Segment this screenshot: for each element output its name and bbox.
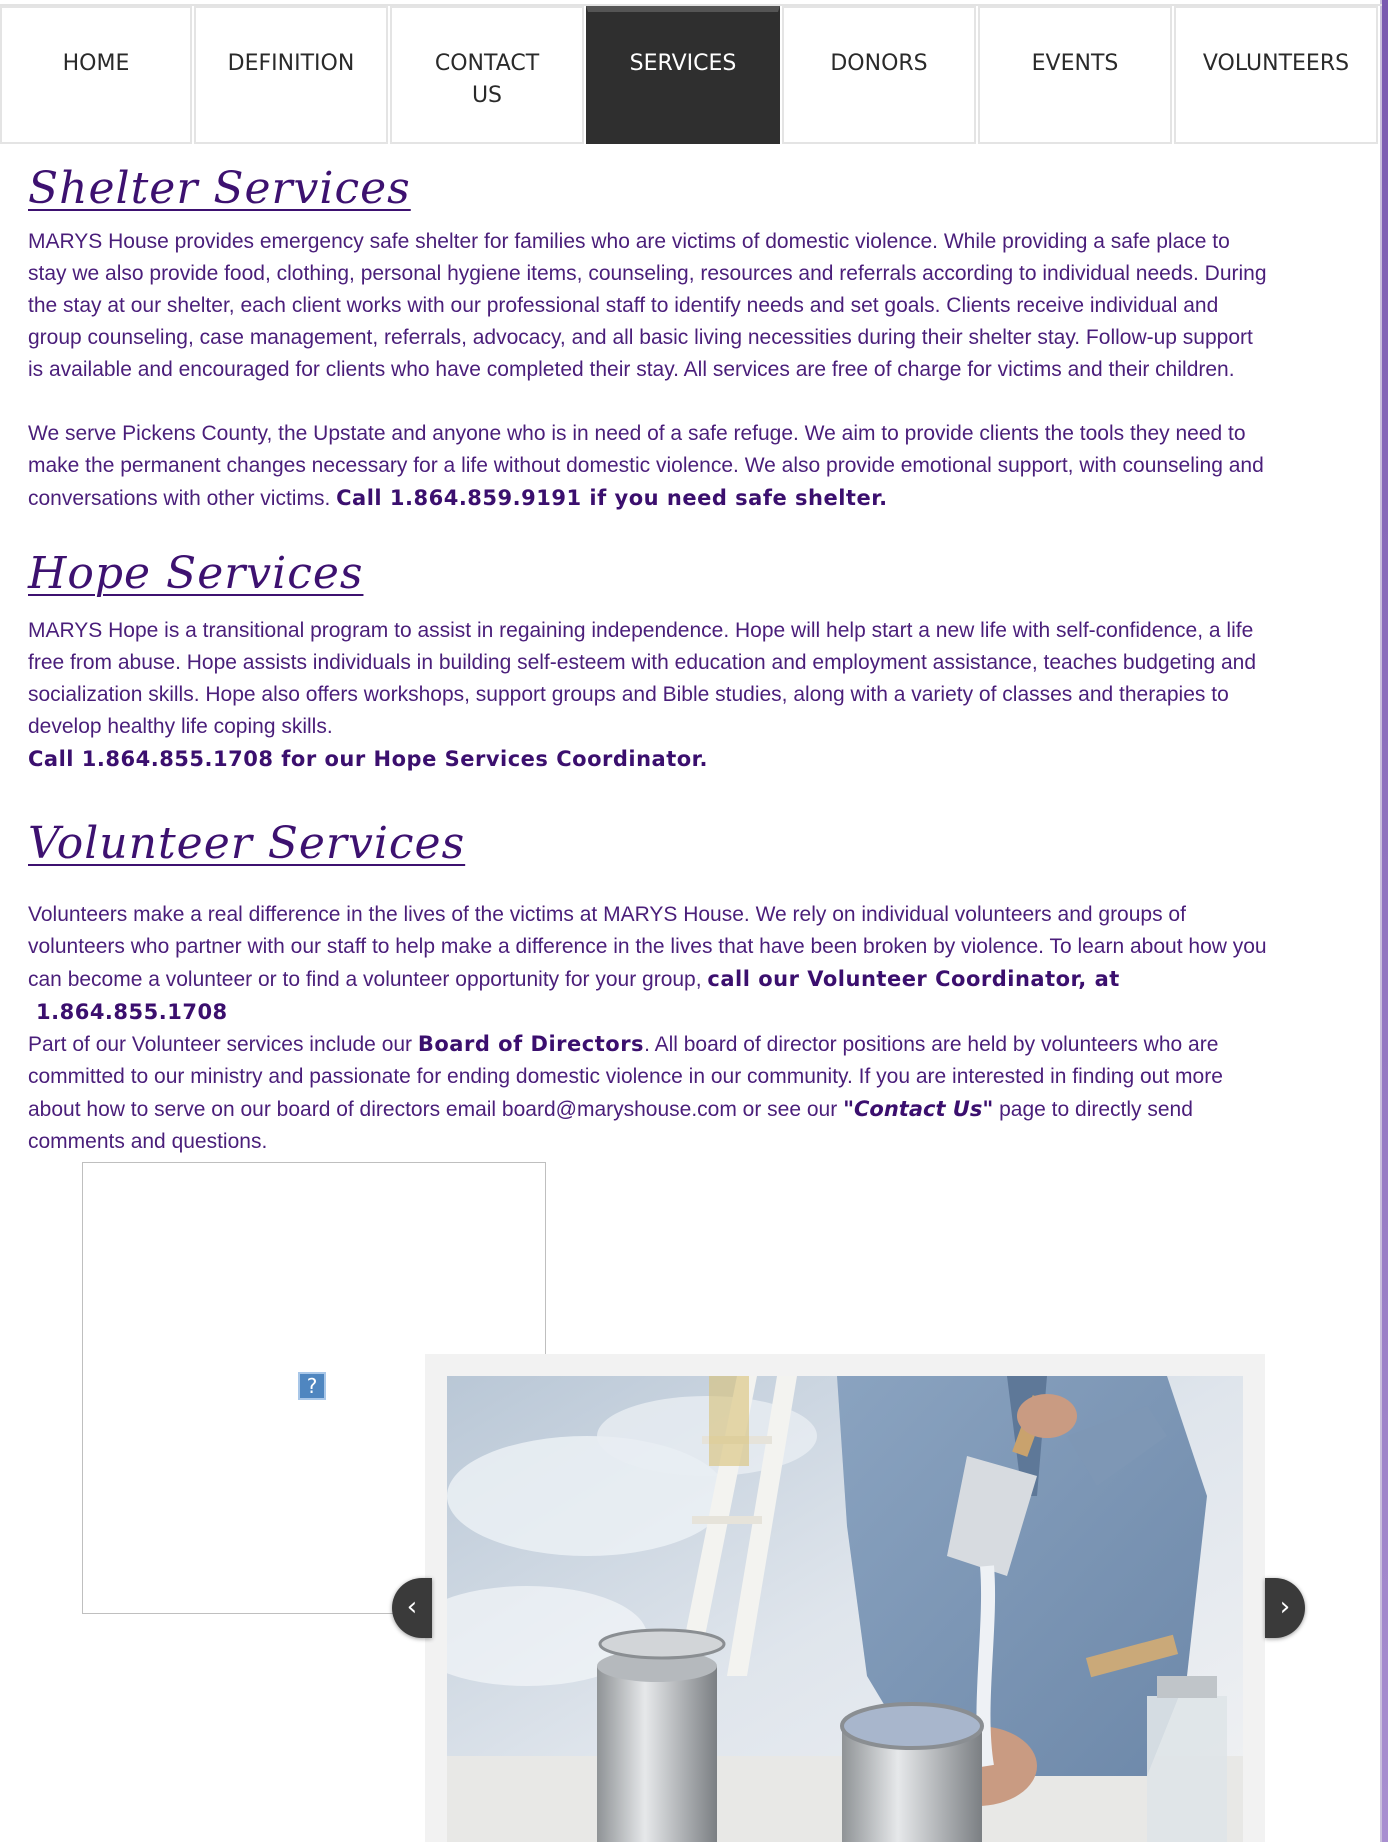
hope-heading: Hope Services bbox=[28, 548, 364, 599]
chevron-left-icon: ‹ bbox=[406, 1592, 418, 1622]
shelter-heading: Shelter Services bbox=[28, 163, 411, 214]
volunteer-call-text: call our Volunteer Coordinator, at bbox=[707, 967, 1120, 991]
volunteer-phone: 1.864.855.1708 bbox=[36, 1000, 228, 1024]
slideshow-image bbox=[447, 1376, 1243, 1842]
contact-us-link[interactable]: "Contact Us" bbox=[843, 1097, 993, 1121]
nav-services[interactable]: SERVICES bbox=[586, 6, 780, 144]
board-of-directors-text: Board of Directors bbox=[417, 1032, 645, 1056]
right-purple-edge bbox=[1382, 0, 1388, 1842]
shelter-paragraph-2: We serve Pickens County, the Upstate and… bbox=[28, 418, 1268, 515]
nav-donors[interactable]: DONORS bbox=[782, 6, 976, 144]
slideshow bbox=[425, 1354, 1265, 1842]
nav-contact-us[interactable]: CONTACT US bbox=[390, 6, 584, 144]
volunteer-painting-photo bbox=[447, 1376, 1243, 1842]
hope-call-text: Call 1.864.855.1708 for our Hope Service… bbox=[28, 747, 709, 771]
nav-home[interactable]: HOME bbox=[0, 6, 192, 144]
volunteer-p2-start: Part of our Volunteer services include o… bbox=[28, 1033, 418, 1056]
volunteer-heading: Volunteer Services bbox=[28, 818, 466, 869]
broken-image-glyph: ? bbox=[306, 1374, 318, 1398]
chevron-right-icon: › bbox=[1279, 1592, 1291, 1622]
nav-contact-label-line2: US bbox=[471, 83, 503, 108]
nav-volunteers-label: VOLUNTEERS bbox=[1202, 51, 1350, 76]
broken-image-icon: ? bbox=[298, 1372, 326, 1400]
volunteer-paragraph-2: Part of our Volunteer services include o… bbox=[28, 1028, 1268, 1158]
hope-paragraph: MARYS Hope is a transitional program to … bbox=[28, 619, 1257, 738]
nav-definition-label: DEFINITION bbox=[227, 51, 355, 76]
nav-services-label: SERVICES bbox=[629, 51, 737, 76]
volunteer-paragraph-1: Volunteers make a real difference in the… bbox=[28, 899, 1268, 996]
nav-home-label: HOME bbox=[62, 51, 130, 76]
shelter-paragraph-1: MARYS House provides emergency safe shel… bbox=[28, 230, 1267, 381]
shelter-call-text: Call 1.864.859.9191 if you need safe she… bbox=[336, 486, 888, 510]
main-content: Shelter Services MARYS House provides em… bbox=[28, 160, 1268, 1158]
slideshow-next-button[interactable]: › bbox=[1265, 1578, 1305, 1638]
nav-events-label: EVENTS bbox=[1031, 51, 1119, 76]
nav-definition[interactable]: DEFINITION bbox=[194, 6, 388, 144]
nav-contact-label-line1: CONTACT bbox=[434, 51, 540, 76]
nav-volunteers[interactable]: VOLUNTEERS bbox=[1174, 6, 1378, 144]
nav-events[interactable]: EVENTS bbox=[978, 6, 1172, 144]
nav-donors-label: DONORS bbox=[830, 51, 928, 76]
main-nav: HOME DEFINITION CONTACT US SERVICES DONO… bbox=[0, 4, 1382, 144]
